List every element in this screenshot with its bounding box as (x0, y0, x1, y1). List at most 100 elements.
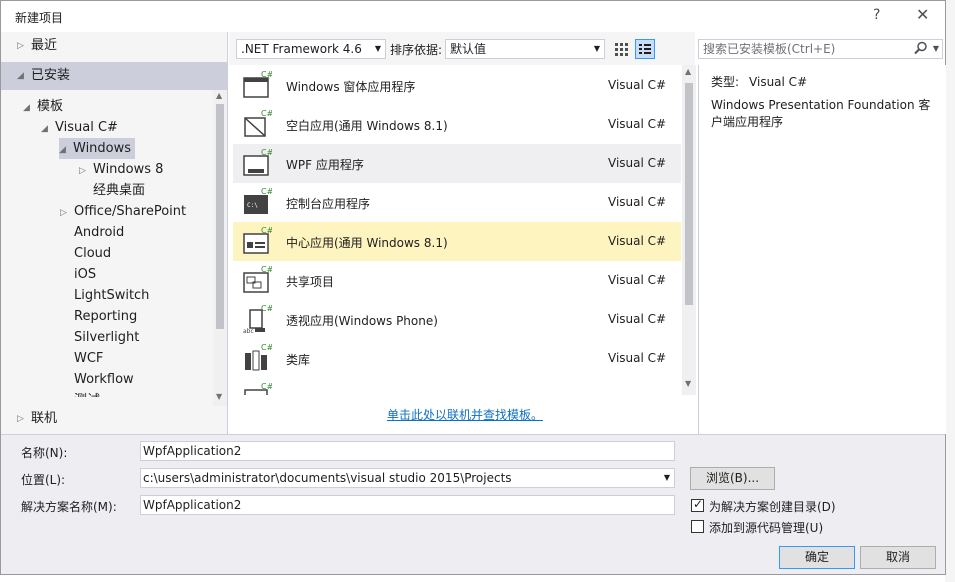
tree-node-windows-8[interactable]: ▷ Windows 8 (79, 159, 163, 180)
create-directory-label: 为解决方案创建目录(D) (709, 500, 836, 514)
tree-node-cloud[interactable]: Cloud (60, 243, 111, 264)
search-icon[interactable] (914, 41, 928, 55)
scroll-down-icon[interactable]: ▼ (216, 392, 222, 401)
tree-node-visual-csharp[interactable]: ◢ Visual C# (41, 117, 118, 138)
template-row-hub-app[interactable]: C# 中心应用(通用 Windows 8.1) Visual C# (233, 222, 681, 261)
tree-node-office-sharepoint[interactable]: ▷ Office/SharePoint (60, 201, 186, 222)
console-app-icon: C:\ C# (244, 187, 272, 214)
section-recent[interactable]: ▷ 最近 (1, 32, 228, 60)
template-row-windows-forms[interactable]: C# Windows 窗体应用程序 Visual C# (233, 66, 681, 105)
collapse-arrow-icon: ◢ (59, 145, 66, 155)
tree-node-android[interactable]: Android (60, 222, 124, 243)
wpf-app-icon: C# (243, 148, 272, 176)
tree-node-wcf[interactable]: WCF (60, 348, 103, 369)
cancel-button[interactable]: 取消 (860, 546, 936, 569)
svg-text:C#: C# (261, 148, 272, 157)
section-installed-label: 已安装 (31, 68, 71, 83)
tree-node-lightswitch[interactable]: LightSwitch (60, 285, 149, 306)
tree-scroll-thumb[interactable] (216, 104, 224, 329)
new-project-dialog: 新建项目 ? ✕ ▷ 最近 ◢ 已安装 ◢ 模板 ◢ Visual C# ◢ Wind… (0, 0, 946, 575)
framework-select[interactable]: .NET Framework 4.6 ▼ (236, 39, 386, 59)
sort-select[interactable]: 默认值 ▼ (445, 39, 605, 59)
expand-arrow-icon: ▷ (79, 166, 86, 176)
svg-text:C#: C# (261, 265, 272, 274)
name-label: 名称(N): (21, 446, 68, 460)
template-row-class-library[interactable]: C# 类库 Visual C# (233, 339, 681, 378)
tree-node-test[interactable]: 测试 (60, 390, 100, 397)
pivot-app-icon: abc C# (243, 304, 272, 334)
tree-node-reporting[interactable]: Reporting (60, 306, 137, 327)
chevron-down-icon[interactable]: ▼ (933, 40, 939, 58)
section-recent-label: 最近 (31, 38, 58, 53)
tree-node-silverlight[interactable]: Silverlight (60, 327, 139, 348)
template-list-scroll-thumb[interactable] (685, 83, 693, 305)
chevron-down-icon[interactable]: ▼ (664, 469, 670, 487)
grid-view-icon (615, 43, 628, 56)
template-row-blank-app[interactable]: C# 空白应用(通用 Windows 8.1) Visual C# (233, 105, 681, 144)
shared-project-icon: C# (243, 265, 272, 293)
find-templates-online-link[interactable]: 单击此处以联机并查找模板。 (387, 406, 543, 423)
chevron-down-icon: ▼ (593, 44, 600, 53)
scroll-up-icon[interactable]: ▲ (216, 91, 222, 100)
template-row-wpf-app[interactable]: C# WPF 应用程序 Visual C# (233, 144, 681, 183)
tree-node-workflow[interactable]: Workflow (60, 369, 134, 390)
help-button[interactable]: ? (873, 7, 880, 23)
list-view-button[interactable] (635, 39, 655, 59)
dialog-title: 新建项目 (15, 11, 64, 25)
expand-arrow-icon: ▷ (17, 41, 24, 51)
expand-arrow-icon: ▷ (60, 208, 67, 218)
hub-app-icon: C# (243, 226, 272, 254)
scroll-down-icon[interactable]: ▼ (685, 379, 691, 388)
tree-scrollbar[interactable]: ▲ ▼ (213, 90, 227, 406)
project-settings-form: 名称(N): WpfApplication2 位置(L): c:\users\a… (1, 434, 945, 574)
location-input[interactable]: c:\users\administrator\documents\visual … (140, 468, 675, 488)
svg-text:C#: C# (261, 109, 272, 118)
sort-select-value: 默认值 (450, 42, 487, 56)
scroll-up-icon[interactable]: ▲ (685, 67, 691, 76)
section-online-label: 联机 (31, 411, 58, 426)
svg-text:C#: C# (261, 187, 272, 196)
tree-node-windows[interactable]: ◢ Windows (59, 138, 136, 159)
create-directory-checkbox[interactable]: ✓ (691, 497, 704, 512)
close-button[interactable]: ✕ (916, 5, 929, 24)
class-library-icon: C# (245, 343, 272, 371)
template-icon: C# (244, 382, 272, 395)
svg-text:C#: C# (261, 70, 272, 79)
svg-text:C:\: C:\ (247, 202, 258, 209)
collapse-arrow-icon: ◢ (17, 71, 24, 81)
section-installed[interactable]: ◢ 已安装 (1, 62, 228, 90)
svg-text:C#: C# (261, 343, 272, 352)
location-label: 位置(L): (21, 473, 66, 487)
template-row-console-app[interactable]: C:\ C# 控制台应用程序 Visual C# (233, 183, 681, 222)
template-row-partial[interactable]: C# (233, 378, 681, 395)
template-search-input[interactable]: 搜索已安装模板(Ctrl+E) ▼ (698, 39, 943, 59)
section-online[interactable]: ▷ 联机 (1, 405, 228, 433)
search-placeholder: 搜索已安装模板(Ctrl+E) (703, 42, 836, 56)
collapse-arrow-icon: ◢ (23, 103, 30, 113)
project-name-input[interactable]: WpfApplication2 (140, 441, 675, 461)
tree-node-classic-desktop[interactable]: 经典桌面 (79, 180, 145, 201)
sort-label: 排序依据: (390, 43, 443, 57)
title-bar: 新建项目 ? ✕ (1, 1, 945, 32)
solution-name-input[interactable]: WpfApplication2 (140, 495, 675, 515)
list-view-icon (639, 44, 651, 54)
add-source-control-checkbox[interactable] (691, 520, 704, 533)
browse-button[interactable]: 浏览(B)... (690, 467, 775, 490)
ok-button[interactable]: 确定 (779, 546, 855, 569)
windows-forms-icon: C# (243, 70, 272, 98)
svg-text:C#: C# (261, 304, 272, 313)
framework-select-value: .NET Framework 4.6 (241, 42, 362, 56)
template-row-pivot-app[interactable]: abc C# 透视应用(Windows Phone) Visual C# (233, 300, 681, 339)
solution-name-label: 解决方案名称(M): (21, 500, 117, 514)
template-toolbar: .NET Framework 4.6 ▼ 排序依据: 默认值 ▼ (229, 32, 695, 65)
small-icons-view-button[interactable] (611, 39, 631, 59)
template-description-panel: 类型: Visual C# Windows Presentation Founda… (698, 65, 946, 434)
tree-node-ios[interactable]: iOS (60, 264, 96, 285)
template-list-scrollbar[interactable]: ▲ ▼ (682, 65, 696, 395)
chevron-down-icon: ▼ (374, 44, 381, 53)
svg-text:abc: abc (243, 328, 254, 334)
template-row-shared-project[interactable]: C# 共享项目 Visual C# (233, 261, 681, 300)
tree-node-templates[interactable]: ◢ 模板 (23, 96, 63, 117)
background-window-edge (945, 0, 955, 582)
collapse-arrow-icon: ◢ (41, 124, 48, 134)
